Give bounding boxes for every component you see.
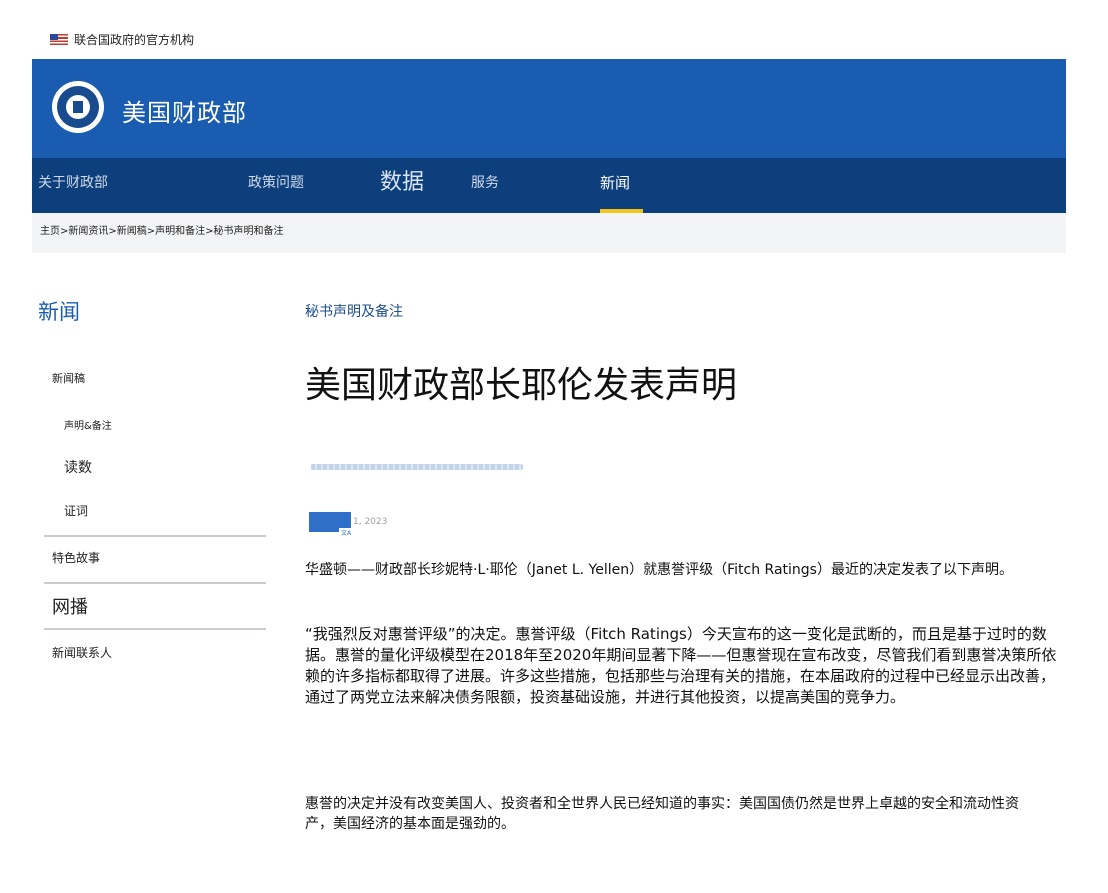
sidebar-item-readouts[interactable]: 读数 (64, 457, 92, 477)
sidebar-divider (44, 535, 266, 537)
sidebar-item-press-releases[interactable]: 新闻稿 (52, 370, 85, 386)
publish-date: 1, 2023 (353, 517, 388, 527)
date-row: 1, 2023 (309, 512, 388, 540)
us-flag-icon (50, 33, 68, 45)
main-nav: 关于财政部 政策问题 数据 服务 新闻 (32, 158, 1066, 213)
sidebar-item-webcasts[interactable]: 网播 (52, 593, 88, 619)
article-paragraph: 惠誉的决定并没有改变美国人、投资者和全世界人民已经知道的事实：美国国债仍然是世界… (305, 796, 1019, 832)
page-title: 美国财政部长耶伦发表声明 (305, 365, 738, 406)
gov-banner: 联合国政府的官方机构 (50, 28, 194, 50)
breadcrumb-bar: 主页>新闻资讯>新闻稿>声明和备注>秘书声明和备注 (32, 213, 1066, 253)
article-kicker[interactable]: 秘书声明及备注 (305, 301, 403, 321)
sidebar-item-press-contacts[interactable]: 新闻联系人 (52, 644, 112, 661)
sidebar-item-featured-stories[interactable]: 特色故事 (52, 549, 100, 566)
sidebar-title[interactable]: 新闻 (38, 296, 80, 326)
nav-item-services[interactable]: 服务 (471, 158, 499, 213)
sidebar-divider (44, 628, 266, 630)
share-links[interactable] (311, 464, 523, 470)
article-paragraph: 华盛顿——财政部长珍妮特·L·耶伦（Janet L. Yellen）就惠誉评级（… (305, 562, 1013, 578)
translate-icon[interactable] (309, 512, 353, 540)
article-paragraph: “我强烈反对惠誉评级”的决定。惠誉评级（Fitch Ratings）今天宣布的这… (305, 625, 1057, 706)
sidebar-divider (44, 582, 266, 584)
treasury-seal-icon[interactable] (52, 81, 104, 133)
gov-banner-text: 联合国政府的官方机构 (74, 32, 195, 47)
nav-item-about[interactable]: 关于财政部 (38, 158, 108, 213)
breadcrumb[interactable]: 主页>新闻资讯>新闻稿>声明和备注>秘书声明和备注 (40, 222, 284, 237)
nav-item-policy[interactable]: 政策问题 (248, 158, 304, 213)
sidebar-item-statements[interactable]: 声明&备注 (64, 417, 112, 432)
site-title[interactable]: 美国财政部 (122, 93, 247, 128)
site-header: 美国财政部 (32, 59, 1066, 158)
nav-item-data[interactable]: 数据 (380, 158, 424, 213)
nav-item-news[interactable]: 新闻 (600, 158, 643, 213)
sidebar-item-testimony[interactable]: 证词 (64, 502, 88, 519)
